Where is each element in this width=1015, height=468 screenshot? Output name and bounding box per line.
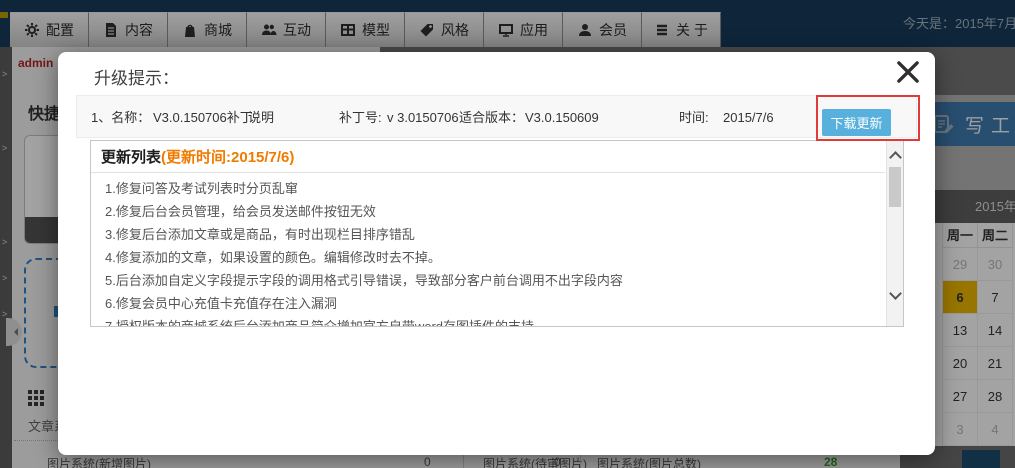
scroll-up-icon[interactable] bbox=[889, 151, 902, 164]
download-update-button[interactable]: 下载更新 bbox=[822, 109, 891, 136]
scroll-down-icon[interactable] bbox=[889, 287, 902, 300]
update-list-panel: 更新列表(更新时间:2015/7/6) 1.修复问答及考试列表时分页乱窜 2.修… bbox=[90, 140, 904, 327]
heading-divider bbox=[91, 172, 885, 173]
update-list-item: 1.修复问答及考试列表时分页乱窜 bbox=[105, 181, 298, 196]
update-list-heading-time: (更新时间:2015/7/6) bbox=[161, 149, 295, 166]
close-icon[interactable] bbox=[895, 59, 921, 85]
dialog-title: 升级提示： bbox=[94, 69, 179, 88]
time-label: 时间: bbox=[679, 110, 709, 125]
update-list-item: 6.修复会员中心充值卡充值存在注入漏洞 bbox=[105, 296, 337, 311]
patch-name-value: V3.0.150706补丁 bbox=[153, 110, 253, 125]
patch-no-value: v 3.0150706 bbox=[387, 110, 459, 125]
patch-no-label: 补丁号: bbox=[339, 110, 382, 125]
update-list-item: 3.修复后台添加文章或是商品，有时出现栏目排序错乱 bbox=[105, 227, 415, 242]
app-screen: 配置 内容 商城 互动 模型 风格 应用 会员 关 于 今天是：2015年7月 … bbox=[0, 0, 1015, 468]
update-list-items: 1.修复问答及考试列表时分页乱窜 2.修复后台会员管理，给会员发送邮件按钮无效 … bbox=[105, 177, 623, 327]
update-list-heading: 更新列表(更新时间:2015/7/6) bbox=[101, 146, 294, 167]
update-list-item: 4.修复添加的文章，如果设置的颜色。编辑修改时去不掉。 bbox=[105, 250, 441, 265]
patch-info-row: 1、名称： V3.0.150706补丁 说明 补丁号: v 3.0150706 … bbox=[76, 95, 917, 138]
compat-value: V3.0.150609 bbox=[525, 110, 599, 125]
compat-label: 适合版本： bbox=[459, 110, 525, 125]
upgrade-dialog: 升级提示： 1、名称： V3.0.150706补丁 说明 补丁号: v 3.01… bbox=[58, 52, 935, 455]
patch-name-label: 1、名称： bbox=[91, 110, 151, 125]
time-value: 2015/7/6 bbox=[723, 110, 774, 125]
update-list-item: 2.修复后台会员管理，给会员发送邮件按钮无效 bbox=[105, 204, 376, 219]
update-list-item: 7.授权版本的商城系统后台添加商品简介增加官方自带word存图插件的支持 bbox=[105, 319, 535, 327]
list-scrollbar[interactable] bbox=[886, 141, 903, 326]
scrollbar-thumb[interactable] bbox=[889, 167, 901, 207]
update-list-item: 5.后台添加自定义字段提示字段的调用格式引导错误，导致部分客户前台调用不出字段内… bbox=[105, 273, 623, 288]
patch-desc-label: 说明 bbox=[248, 110, 275, 125]
update-list-heading-text: 更新列表 bbox=[101, 149, 162, 166]
